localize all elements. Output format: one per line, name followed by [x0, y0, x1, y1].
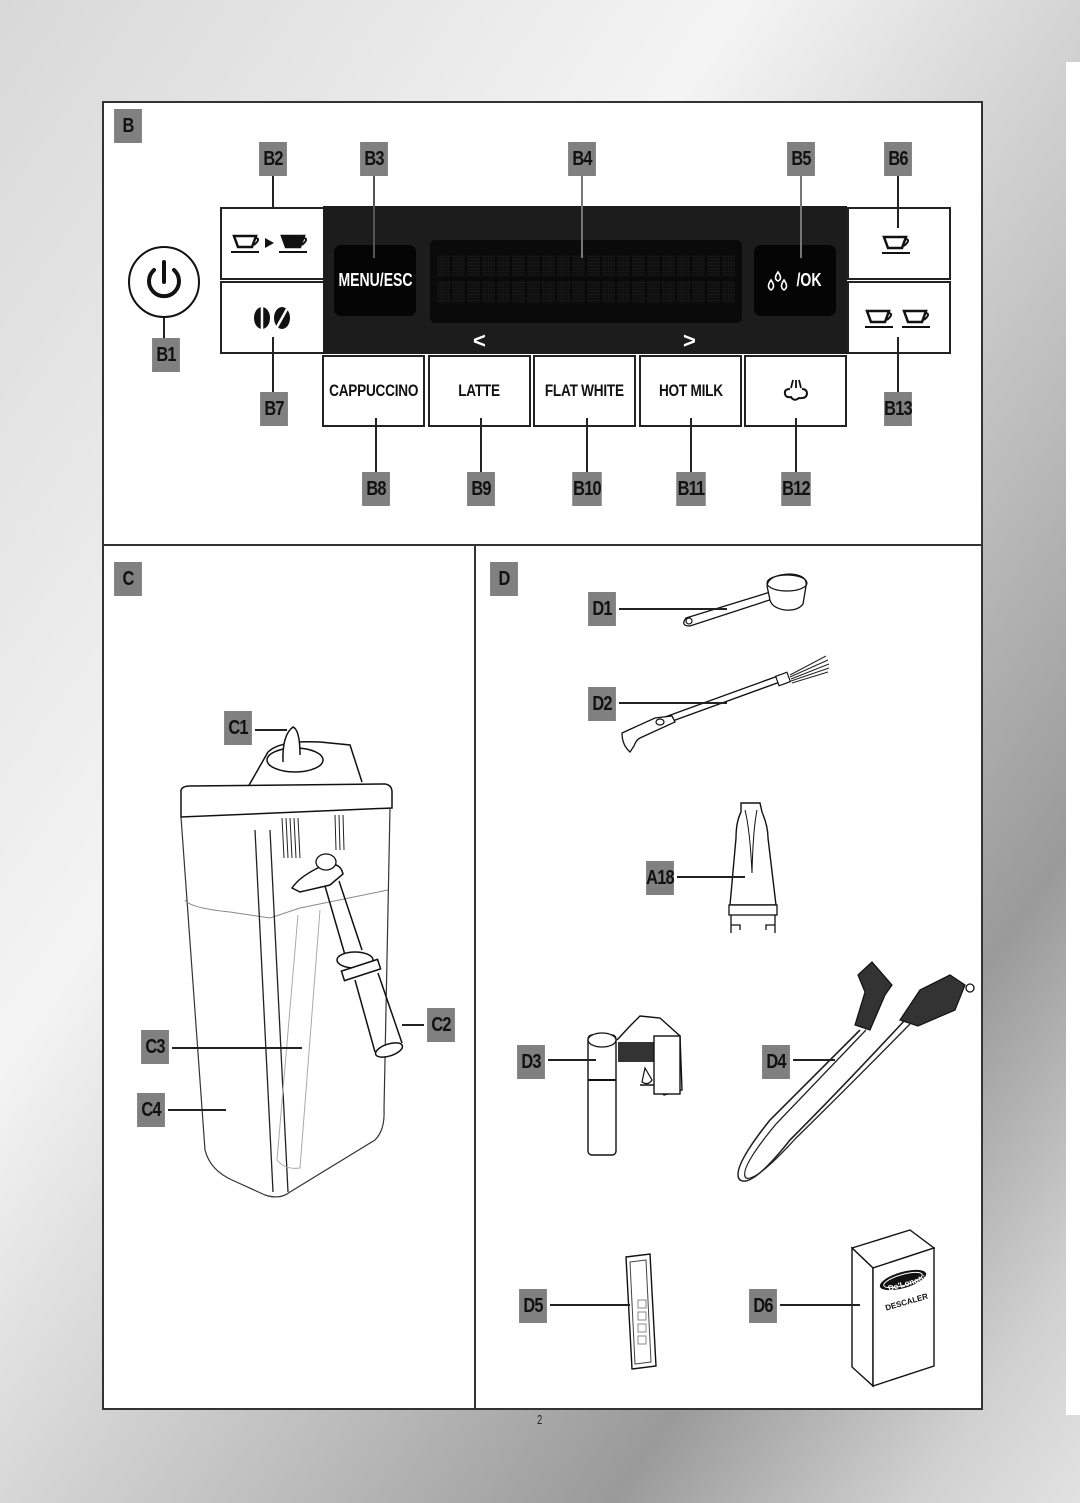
leader-d5	[550, 1304, 630, 1306]
label-d6: D6	[749, 1289, 777, 1323]
leader-d3	[548, 1059, 596, 1061]
accessories-illustrations: De'Longhi DESCALER	[587, 573, 975, 1388]
leader-d4	[793, 1059, 835, 1061]
label-d1: D1	[588, 592, 616, 626]
leader-a18	[677, 876, 745, 878]
label-a18: A18	[646, 861, 675, 895]
label-d5: D5	[519, 1289, 547, 1323]
water-softener-adapter-drawing	[728, 802, 778, 933]
measuring-scoop-drawing	[683, 573, 808, 627]
leader-d1	[619, 608, 727, 610]
label-d4: D4	[762, 1045, 790, 1079]
label-d2: D2	[588, 687, 616, 721]
water-hardness-strip-drawing	[625, 1253, 657, 1370]
page-number: 2	[537, 1412, 543, 1427]
leader-d2	[619, 702, 727, 704]
hot-water-spout-drawing	[587, 1015, 683, 1156]
cleaning-brush-drawing	[621, 655, 830, 753]
leader-d6	[780, 1304, 860, 1306]
label-d3: D3	[517, 1045, 545, 1079]
